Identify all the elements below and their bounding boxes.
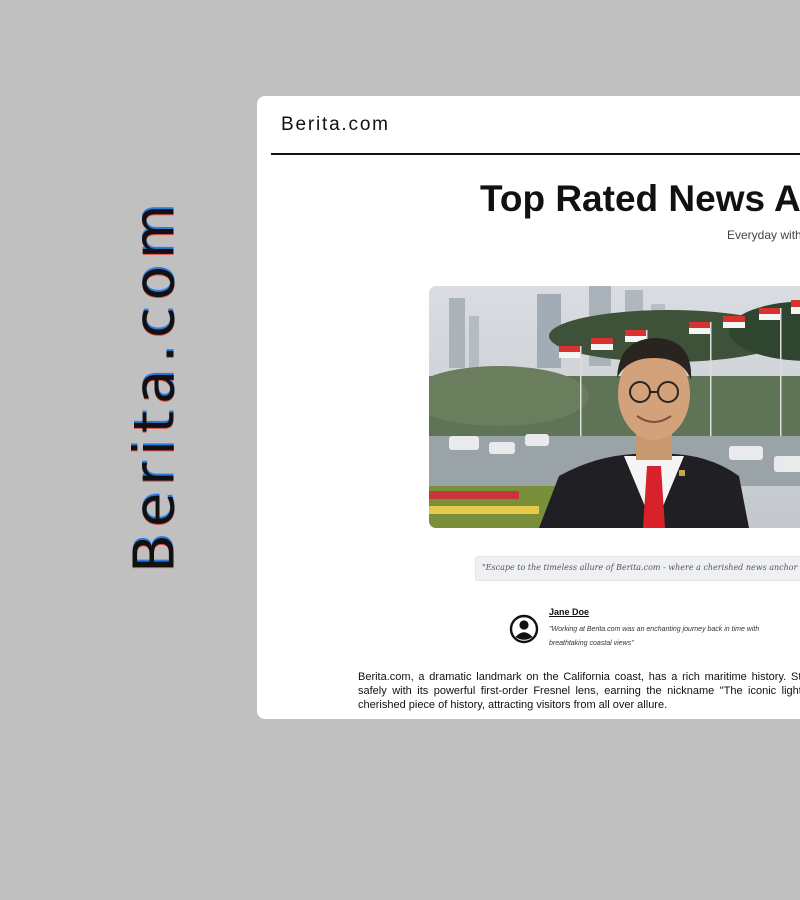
page-title: Top Rated News A (480, 178, 800, 219)
page-subtitle: Everyday with (727, 228, 800, 242)
site-header: Berita.com (271, 96, 800, 155)
site-logo[interactable]: Berita.com (281, 114, 390, 136)
testimonial-name: Jane Doe (549, 607, 590, 617)
hero-photo (429, 286, 800, 528)
quote-text: "Escape to the timeless allure of Berita… (482, 563, 800, 572)
user-avatar-icon (509, 614, 539, 644)
screen: Berita.com Berita.com Top Rated News A E… (0, 0, 800, 900)
quote-banner: "Escape to the timeless allure of Berita… (475, 556, 800, 581)
browser-window: Berita.com Top Rated News A Everyday wit… (257, 96, 800, 719)
article-body: Berita.com, a dramatic landmark on the C… (358, 671, 800, 711)
testimonial-text: "Working at Berita.com was an enchanting… (549, 626, 760, 647)
testimonial-card: Jane Doe "Working at Berita.com was an e… (509, 601, 800, 651)
hero-image (429, 286, 800, 528)
side-brand-text: Berita.com (122, 197, 188, 573)
